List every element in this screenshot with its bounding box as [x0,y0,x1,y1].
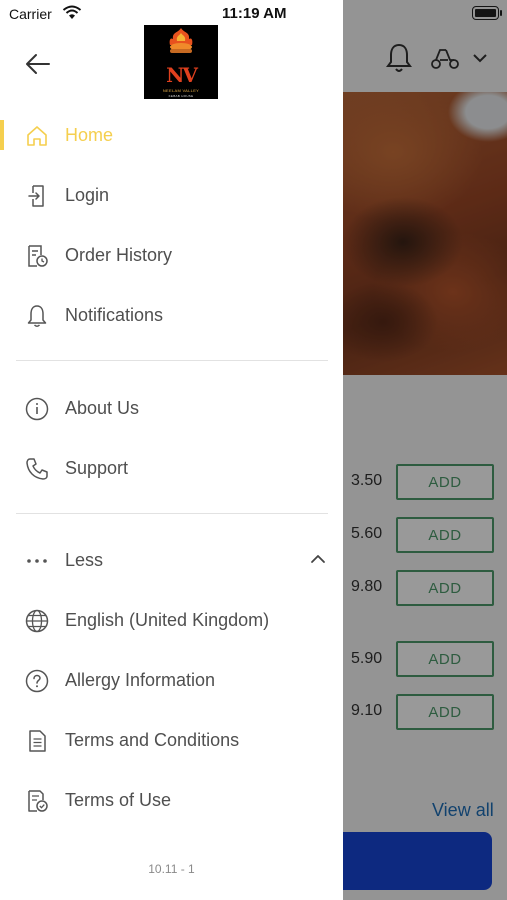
bell-icon [24,303,50,329]
menu-item-label: Notifications [65,305,164,325]
menu-item-label: Support [65,458,129,478]
menu-item-label: English (United Kingdom) [65,610,270,630]
document-icon [24,728,50,754]
menu-item-label: Allergy Information [65,670,216,690]
brand-logo: NV NEELAM VALLEY KEBAB HOUSE [144,25,218,99]
menu-item-notifications[interactable]: Notifications [0,293,343,337]
divider [16,360,328,361]
order-history-icon [24,243,50,269]
more-dots-icon [24,548,50,574]
logo-tagline: KEBAB HOUSE [168,93,194,98]
question-icon [24,668,50,694]
menu-item-about-us[interactable]: About Us [0,386,343,430]
navigation-drawer: Carrier 11:19 AM NV NEELAM VALLEY KEBAB … [0,0,343,900]
status-time: 11:19 AM [222,5,287,22]
menu-item-label: Login [65,185,110,205]
arrow-left-icon [26,54,50,74]
menu-item-support[interactable]: Support [0,446,343,490]
menu-item-label: Home [65,125,114,145]
menu-item-terms-and-conditions[interactable]: Terms and Conditions [0,718,343,762]
divider [16,513,328,514]
back-button[interactable] [22,48,54,80]
menu-item-label: About Us [65,398,140,418]
menu-item-label: Terms and Conditions [65,730,240,750]
logo-text: NV [166,62,198,87]
wifi-icon [62,5,82,19]
menu-item-order-history[interactable]: Order History [0,233,343,277]
more-toggle[interactable]: Less [0,538,343,582]
menu-item-allergy-information[interactable]: Allergy Information [0,658,343,702]
globe-icon [24,608,50,634]
chevron-up-icon[interactable] [309,552,327,566]
status-bar: Carrier 11:19 AM [0,0,343,28]
menu-item-label: Terms of Use [65,790,172,810]
logo-subtitle: NEELAM VALLEY [162,87,200,93]
phone-icon [24,456,50,482]
document-check-icon [24,788,50,814]
app-version: 10.11 - 1 [148,862,195,876]
menu-item-terms-of-use[interactable]: Terms of Use [0,778,343,822]
flame-burger-icon [169,27,193,53]
menu-item-login[interactable]: Login [0,173,343,217]
carrier-label: Carrier [9,6,52,22]
more-toggle-label: Less [65,550,104,570]
menu-item-language[interactable]: English (United Kingdom) [0,598,343,642]
info-icon [24,396,50,422]
login-icon [24,183,50,209]
home-icon [24,123,50,149]
menu-item-home[interactable]: Home [0,113,343,157]
menu-item-label: Order History [65,245,173,265]
